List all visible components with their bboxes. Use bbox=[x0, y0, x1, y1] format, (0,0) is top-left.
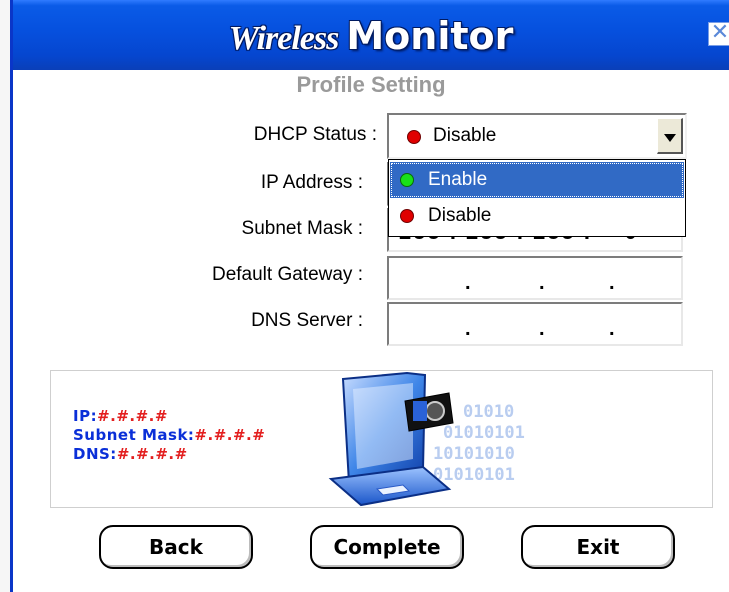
ip-separator: . bbox=[609, 272, 615, 294]
binary-line: 01010101 bbox=[443, 423, 525, 443]
laptop-network-icon: 01010 01010101 10101010 01010101 bbox=[328, 371, 525, 507]
back-button[interactable]: Back bbox=[99, 525, 253, 569]
complete-button[interactable]: Complete bbox=[310, 525, 464, 569]
app-title: Wireless Monitor bbox=[13, 14, 729, 58]
info-mask-key: Subnet Mask: bbox=[73, 426, 195, 444]
ip-separator: . bbox=[465, 272, 471, 294]
subnet-mask-label: Subnet Mask : bbox=[241, 218, 363, 239]
ip-separator: . bbox=[539, 272, 545, 294]
info-mask-value: #.#.#.# bbox=[194, 426, 266, 444]
app-title-wireless: Wireless bbox=[228, 20, 340, 57]
status-dot-red-icon bbox=[407, 130, 421, 144]
ip-separator: . bbox=[609, 318, 615, 340]
title-bar: Wireless Monitor ✕ bbox=[13, 0, 729, 70]
info-dns-value: #.#.#.# bbox=[116, 445, 188, 463]
info-ip-line: IP:#.#.#.# bbox=[73, 407, 168, 425]
binary-line: 01010 bbox=[463, 402, 514, 422]
info-panel: IP:#.#.#.# Subnet Mask:#.#.#.# DNS:#.#.#… bbox=[50, 370, 713, 508]
dhcp-status-label: DHCP Status : bbox=[253, 124, 377, 145]
default-gateway-label: Default Gateway : bbox=[211, 264, 363, 285]
info-dns-line: DNS:#.#.#.# bbox=[73, 445, 188, 463]
dhcp-option-disable[interactable]: Disable bbox=[390, 198, 684, 234]
exit-button[interactable]: Exit bbox=[521, 525, 675, 569]
dhcp-dropdown-list: Enable Disable bbox=[388, 159, 686, 237]
dhcp-status-value: Disable bbox=[433, 125, 497, 146]
close-icon: ✕ bbox=[710, 20, 729, 45]
dhcp-option-label: Enable bbox=[428, 169, 488, 190]
binary-line: 01010101 bbox=[433, 465, 515, 485]
dns-server-field[interactable]: . . . bbox=[387, 302, 683, 346]
status-dot-red-icon bbox=[400, 209, 414, 223]
ip-separator: . bbox=[539, 318, 545, 340]
dhcp-option-enable[interactable]: Enable bbox=[390, 162, 684, 198]
page-title: Profile Setting bbox=[296, 72, 446, 97]
ip-address-label: IP Address : bbox=[260, 172, 363, 193]
wireless-monitor-window: Wireless Monitor ✕ Profile Setting DHCP S… bbox=[10, 0, 729, 592]
info-dns-key: DNS: bbox=[73, 445, 117, 463]
dropdown-arrow-button[interactable] bbox=[657, 118, 683, 154]
binary-line: 10101010 bbox=[433, 444, 515, 464]
info-ip-value: #.#.#.# bbox=[97, 407, 168, 425]
info-ip-key: IP: bbox=[73, 407, 98, 425]
close-button[interactable]: ✕ bbox=[708, 22, 729, 46]
app-title-monitor: Monitor bbox=[346, 14, 514, 58]
status-dot-green-icon bbox=[400, 173, 414, 187]
dns-server-label: DNS Server : bbox=[251, 310, 363, 331]
default-gateway-field[interactable]: . . . bbox=[387, 256, 683, 300]
dhcp-status-select[interactable]: Disable bbox=[387, 113, 687, 159]
info-mask-line: Subnet Mask:#.#.#.# bbox=[73, 426, 265, 444]
dhcp-option-label: Disable bbox=[428, 205, 492, 226]
ip-separator: . bbox=[465, 318, 471, 340]
